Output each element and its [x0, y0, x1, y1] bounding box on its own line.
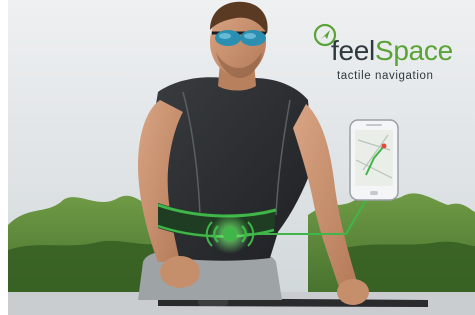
brand-prefix: feel [331, 35, 375, 66]
brand-tagline: tactile navigation [337, 70, 434, 82]
feelspace-logo: feelSpace tactile navigation [313, 22, 463, 88]
brand-suffix: Space [374, 35, 453, 66]
smartphone-map-icon [349, 119, 399, 201]
left-hand [160, 256, 200, 288]
brand-name: feelSpace [331, 36, 453, 66]
hero-photo: feelSpace tactile navigation [8, 0, 475, 315]
right-hand [337, 279, 369, 305]
